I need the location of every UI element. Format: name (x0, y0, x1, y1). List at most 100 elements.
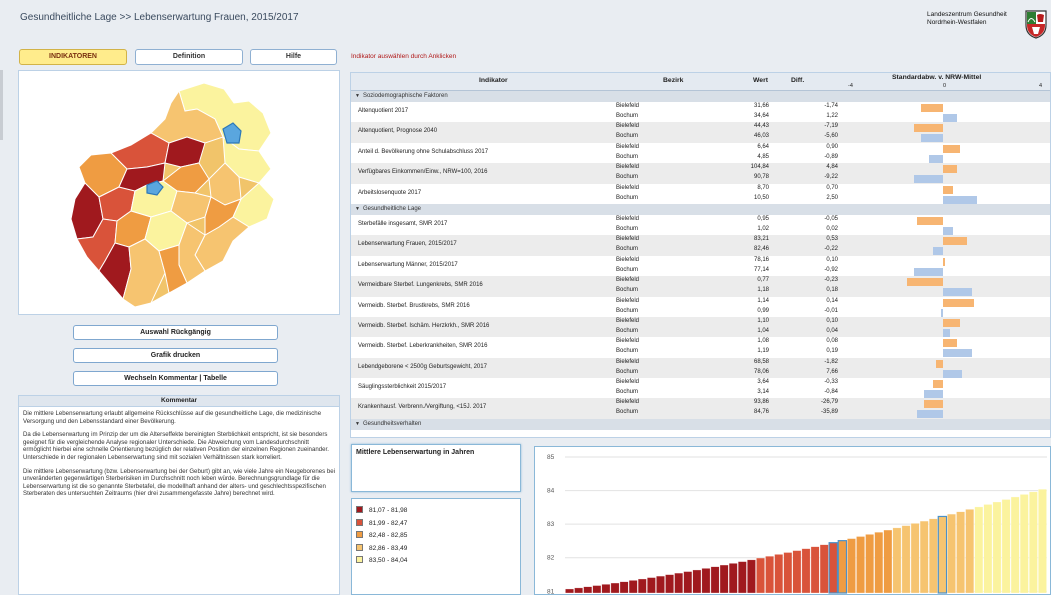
table-row[interactable]: Anteil d. Bevölkerung ohne Schulabschlus… (351, 143, 1050, 163)
table-row[interactable]: Altenquotient, Prognose 2040 Bielefeld 44,… (351, 122, 1050, 143)
indicator-name[interactable]: Altenquotient, Prognose 2040 (358, 128, 437, 134)
chart-bar[interactable] (1028, 491, 1038, 594)
chart-bar[interactable] (992, 501, 1002, 594)
chart-bar[interactable] (565, 588, 574, 594)
chart-bar[interactable] (983, 504, 993, 594)
indicator-name[interactable]: Vermeidb. Sterbef. Leberkrankheiten, SMR… (358, 343, 487, 349)
chart-bar[interactable] (583, 586, 593, 594)
chart-bar[interactable] (646, 577, 656, 594)
table-row[interactable]: Arbeitslosenquote 2017 Bielefeld 8,70 0,70 B… (351, 184, 1050, 204)
chart-bar[interactable] (1010, 496, 1020, 594)
chart-bar[interactable] (865, 534, 875, 594)
indicator-name[interactable]: Krankenhausf. Verbrenn./Vergiftung, <15J… (358, 404, 486, 410)
chart-bar[interactable] (828, 542, 839, 594)
chart-bar[interactable] (701, 568, 711, 594)
chart-bar[interactable] (892, 527, 902, 594)
table-row[interactable]: Sterbefälle insgesamt, SMR 2017 Bielefeld… (351, 215, 1050, 235)
indicator-name[interactable]: Lebendgeborene < 2500g Geburtsgewicht, 2… (358, 364, 487, 370)
tab-help[interactable]: Hilfe (250, 49, 337, 65)
chart-bar[interactable] (919, 520, 929, 594)
chart-bar[interactable] (819, 544, 829, 594)
table-row[interactable]: Verfügbares Einkommen/Einw., NRW=100, 20… (351, 163, 1050, 184)
chart-bar[interactable] (956, 511, 966, 594)
chart-bar[interactable] (801, 548, 811, 594)
chart-bar[interactable] (692, 569, 702, 594)
chart-bar[interactable] (783, 552, 793, 594)
chart-bar[interactable] (674, 572, 684, 594)
nrw-district-map[interactable] (19, 71, 339, 314)
col-header-std-dev[interactable]: Standardabw. v. NRW-Mittel (892, 74, 981, 81)
indicator-name[interactable]: Anteil d. Bevölkerung ohne Schulabschlus… (358, 149, 488, 155)
chart-bar[interactable] (601, 584, 611, 594)
indicator-name[interactable]: Verfügbares Einkommen/Einw., NRW=100, 20… (358, 169, 487, 175)
indicator-name[interactable]: Altenquotient 2017 (358, 108, 408, 114)
chart-bar[interactable] (847, 538, 856, 594)
print-chart-button[interactable]: Grafik drucken (73, 348, 278, 363)
table-row[interactable]: Krankenhausf. Verbrenn./Vergiftung, <15J… (351, 398, 1050, 419)
chart-bar[interactable] (1019, 494, 1029, 594)
toggle-comment-table-button[interactable]: Wechseln Kommentar | Tabelle (73, 371, 278, 386)
chart-bar[interactable] (937, 515, 948, 594)
chart-bar[interactable] (747, 559, 756, 594)
chart-bar[interactable] (683, 571, 693, 594)
chart-bar[interactable] (628, 580, 638, 594)
chart-bar[interactable] (792, 550, 802, 594)
chart-bar[interactable] (574, 587, 584, 594)
indicator-name[interactable]: Säuglingssterblichkeit 2015/2017 (358, 384, 446, 390)
collapse-triangle-icon[interactable]: ▼ (355, 206, 360, 212)
table-row[interactable]: Lebendgeborene < 2500g Geburtsgewicht, 2… (351, 357, 1050, 379)
chart-bar[interactable] (592, 585, 602, 594)
chart-bar[interactable] (910, 523, 920, 594)
chart-bar[interactable] (810, 546, 820, 594)
chart-bar[interactable] (883, 529, 893, 594)
chart-bar[interactable] (610, 582, 620, 594)
chart-bar[interactable] (901, 525, 911, 594)
indicator-name[interactable]: Vermeidb. Sterbef. Brustkrebs, SMR 2016 (358, 303, 470, 309)
indicator-name[interactable]: Arbeitslosenquote 2017 (358, 190, 421, 196)
table-row[interactable]: Vermeidbare Sterbef. Lungenkrebs, SMR 20… (351, 276, 1050, 297)
col-header-indicator[interactable]: Indikator (479, 77, 508, 84)
chart-bar[interactable] (719, 564, 729, 594)
chart-bar[interactable] (965, 509, 975, 594)
collapse-triangle-icon[interactable]: ▼ (355, 93, 360, 99)
col-header-value[interactable]: Wert (753, 77, 768, 84)
chart-bar[interactable] (765, 555, 775, 594)
chart-bar[interactable] (837, 540, 848, 594)
chart-bar[interactable] (874, 531, 884, 594)
tab-definition[interactable]: Definition (135, 49, 243, 65)
indicator-name[interactable]: Lebenserwartung Frauen, 2015/2017 (358, 241, 457, 247)
group-header[interactable]: ▼ Gesundheitsverhalten (351, 418, 1050, 430)
group-header[interactable]: ▼ Soziodemographische Faktoren (351, 91, 1050, 102)
chart-bar[interactable] (619, 581, 629, 594)
table-row[interactable]: Lebenserwartung Frauen, 2015/2017 Bielefe… (351, 235, 1050, 256)
col-header-district[interactable]: Bezirk (663, 77, 683, 84)
table-row[interactable]: Lebenserwartung Männer, 2015/2017 Bielefe… (351, 256, 1050, 276)
life-expectancy-bar-chart[interactable]: 85 84 83 82 81 (535, 447, 1050, 595)
table-row[interactable]: Vermeidb. Sterbef. Leberkrankheiten, SMR… (351, 337, 1050, 358)
chart-bar[interactable] (737, 561, 747, 594)
chart-bar[interactable] (728, 563, 738, 594)
chart-bar[interactable] (974, 506, 984, 594)
table-row[interactable]: Vermeidb. Sterbef. Brustkrebs, SMR 2016 B… (351, 297, 1050, 317)
table-row[interactable]: Vermeidb. Sterbef. Ischäm. Herzkrkh., SM… (351, 316, 1050, 338)
chart-bar[interactable] (1001, 499, 1011, 594)
chart-bar[interactable] (756, 557, 765, 594)
chart-bar[interactable] (656, 575, 665, 594)
tab-indicators[interactable]: INDIKATOREN (19, 49, 127, 65)
chart-bar[interactable] (947, 513, 956, 594)
collapse-triangle-icon[interactable]: ▼ (355, 421, 360, 427)
group-header[interactable]: ▼ Gesundheitliche Lage (351, 203, 1050, 215)
undo-selection-button[interactable]: Auswahl Rückgängig (73, 325, 278, 340)
col-header-diff[interactable]: Diff. (791, 77, 804, 84)
chart-bar[interactable] (1038, 488, 1047, 594)
table-row[interactable]: Altenquotient 2017 Bielefeld 31,66 -1,74 Boc… (351, 102, 1050, 122)
chart-bar[interactable] (856, 536, 865, 594)
chart-bar[interactable] (774, 554, 784, 594)
indicator-name[interactable]: Lebenserwartung Männer, 2015/2017 (358, 262, 458, 268)
indicator-name[interactable]: Vermeidb. Sterbef. Ischäm. Herzkrkh., SM… (358, 323, 489, 329)
indicator-name[interactable]: Sterbefälle insgesamt, SMR 2017 (358, 221, 447, 227)
chart-bar[interactable] (637, 578, 647, 594)
chart-bar[interactable] (665, 574, 674, 594)
chart-bar[interactable] (710, 566, 720, 594)
table-row[interactable]: Säuglingssterblichkeit 2015/2017 Bielefel… (351, 378, 1050, 399)
